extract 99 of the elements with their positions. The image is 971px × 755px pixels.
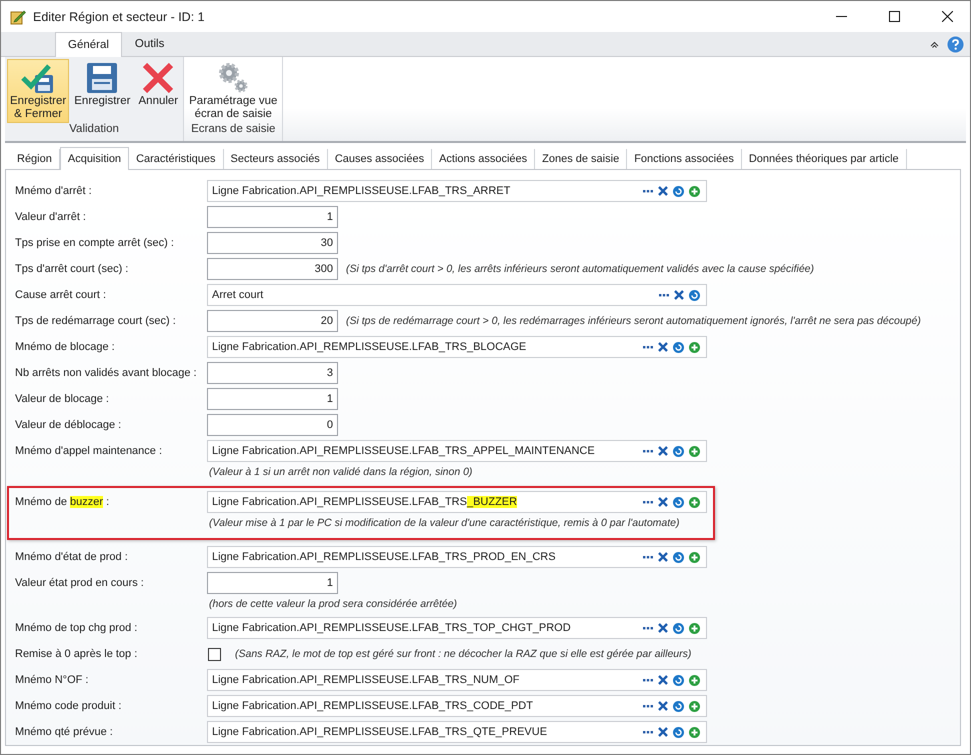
- clear-icon[interactable]: [658, 623, 668, 633]
- field-label: Nb arrêts non validés avant blocage :: [15, 366, 198, 381]
- field-label: Mnémo d'arrêt :: [15, 184, 93, 199]
- ribbon-tab[interactable]: Outils: [122, 32, 178, 56]
- ribbon-button[interactable]: Enregistrer & Fermer: [7, 59, 70, 123]
- clear-icon[interactable]: [658, 701, 668, 711]
- hint-text: (Si tps d'arrêt court > 0, les arrêts inférieurs seront automatiquement validés avec la cause spécifiée): [346, 263, 814, 275]
- field-label: Mnémo de top chg prod :: [15, 621, 138, 636]
- mnemonic-field[interactable]: Ligne Fabrication.API_REMPLISSEUSE.LFAB_TRS_QTE_PREVUE: [207, 721, 707, 743]
- plus-icon[interactable]: [689, 622, 700, 634]
- number-field[interactable]: 1: [207, 206, 338, 228]
- mnemonic-field[interactable]: Ligne Fabrication.API_REMPLISSEUSE.LFAB_TRS_BLOCAGE: [207, 336, 707, 358]
- window-title: Editer Région et secteur - ID: 1: [33, 10, 206, 24]
- field-label: Valeur de blocage :: [15, 392, 110, 407]
- field-label: Valeur d'arrêt :: [15, 210, 87, 225]
- field-label: Mnémo d'état de prod :: [15, 550, 129, 565]
- mnemonic-field[interactable]: Ligne Fabrication.API_REMPLISSEUSE.LFAB_TRS_PROD_EN_CRS: [207, 546, 707, 568]
- ribbon-button[interactable]: Annuler: [136, 59, 182, 123]
- mnemonic-field[interactable]: Ligne Fabrication.API_REMPLISSEUSE.LFAB_TRS_NUM_OF: [207, 669, 707, 691]
- clear-icon[interactable]: [658, 342, 668, 352]
- ellipsis-icon[interactable]: [643, 704, 653, 708]
- clear-icon[interactable]: [658, 552, 668, 562]
- field-label: Cause arrêt court :: [15, 288, 108, 303]
- clear-icon[interactable]: [658, 186, 668, 196]
- field-label: Tps d'arrêt court (sec) :: [15, 262, 130, 277]
- maximize-icon[interactable]: [888, 11, 900, 22]
- refresh-icon[interactable]: [673, 552, 684, 562]
- refresh-icon[interactable]: [673, 622, 684, 634]
- field-label: Mnémo qté prévue :: [15, 725, 114, 740]
- refresh-icon[interactable]: [673, 342, 684, 352]
- close-icon[interactable]: [942, 11, 952, 22]
- gears-icon: [216, 61, 250, 95]
- field-label: Valeur de déblocage :: [15, 418, 122, 433]
- refresh-icon[interactable]: [689, 290, 700, 300]
- field-label: Mnémo de buzzer :: [15, 495, 110, 510]
- clear-icon[interactable]: [658, 497, 668, 507]
- checkbox[interactable]: [208, 648, 221, 660]
- plus-icon[interactable]: [689, 674, 700, 686]
- mnemonic-field[interactable]: Ligne Fabrication.API_REMPLISSEUSE.LFAB_TRS_APPEL_MAINTENANCE: [207, 440, 707, 462]
- number-field[interactable]: 1: [207, 572, 338, 594]
- number-field[interactable]: 0: [207, 414, 338, 436]
- field-label: Tps prise en compte arrêt (sec) :: [15, 236, 175, 251]
- ribbon-tab[interactable]: Général: [55, 32, 122, 57]
- plus-icon[interactable]: [689, 186, 700, 196]
- ellipsis-icon[interactable]: [643, 449, 653, 453]
- hint-text: (Valeur à 1 si un arrêt non validé dans la région, sinon 0): [208, 465, 474, 480]
- plus-icon[interactable]: [689, 700, 700, 712]
- field-label: Mnémo de blocage :: [15, 340, 116, 355]
- collapse-icon[interactable]: [930, 41, 939, 48]
- refresh-icon[interactable]: [673, 700, 684, 712]
- number-field[interactable]: 30: [207, 232, 338, 254]
- refresh-icon[interactable]: [673, 186, 684, 196]
- mnemonic-field[interactable]: Ligne Fabrication.API_REMPLISSEUSE.LFAB_TRS_ARRET: [207, 180, 707, 202]
- clear-icon[interactable]: [674, 290, 684, 300]
- plus-icon[interactable]: [689, 552, 700, 562]
- ellipsis-icon[interactable]: [643, 345, 653, 349]
- group-title: Validation: [68, 123, 120, 137]
- plus-icon[interactable]: [689, 496, 700, 508]
- ellipsis-icon[interactable]: [643, 626, 653, 630]
- number-field[interactable]: 300: [207, 258, 338, 280]
- refresh-icon[interactable]: [673, 496, 684, 508]
- clear-icon[interactable]: [658, 675, 668, 685]
- mnemonic-field[interactable]: Ligne Fabrication.API_REMPLISSEUSE.LFAB_TRS_CODE_PDT: [207, 695, 707, 717]
- ellipsis-icon[interactable]: [643, 730, 653, 734]
- ribbon-button[interactable]: Enregistrer: [71, 59, 134, 123]
- plus-icon[interactable]: [689, 446, 700, 456]
- number-field[interactable]: 3: [207, 362, 338, 384]
- clear-icon[interactable]: [658, 446, 668, 456]
- field-label: Mnémo code produit :: [15, 699, 122, 714]
- ribbon-button[interactable]: Paramétrage vue écran de saisie: [186, 59, 280, 123]
- cross-icon: [141, 61, 176, 95]
- mnemonic-field[interactable]: Arret court: [207, 284, 707, 306]
- field-label: Tps de redémarrage court (sec) :: [15, 314, 177, 329]
- refresh-icon[interactable]: [673, 446, 684, 456]
- ellipsis-icon[interactable]: [643, 189, 653, 193]
- field-label: Valeur état prod en cours :: [15, 576, 145, 591]
- group-title: Ecrans de saisie: [190, 123, 276, 137]
- field-label: Mnémo d'appel maintenance :: [15, 444, 164, 459]
- hint-text: (Valeur mise à 1 par le PC si modification de la valeur d'une caractéristique, remis à 0 par l'automate): [208, 516, 681, 531]
- ellipsis-icon[interactable]: [643, 678, 653, 682]
- form-tab[interactable]: Acquisition: [60, 147, 130, 170]
- field-label: Mnémo N°OF :: [15, 673, 90, 688]
- plus-icon[interactable]: [689, 726, 700, 738]
- hint-text: (Si tps de redémarrage court > 0, les redémarrages inférieurs seront automatiquement ignorés, l'arrêt ne sera pas découpé): [346, 315, 921, 327]
- ellipsis-icon[interactable]: [643, 500, 653, 504]
- hint-text: (hors de cette valeur la prod sera considérée arrêtée): [208, 597, 458, 612]
- refresh-icon[interactable]: [673, 726, 684, 738]
- clear-icon[interactable]: [658, 727, 668, 737]
- hint-text: (Sans RAZ, le mot de top est géré sur front : ne décocher la RAZ que si elle est gérée par ailleurs): [235, 648, 692, 660]
- help-icon[interactable]: [947, 36, 964, 53]
- refresh-icon[interactable]: [673, 674, 684, 686]
- pencil-notebook-icon: [10, 8, 26, 24]
- ellipsis-icon[interactable]: [643, 555, 653, 559]
- number-field[interactable]: 1: [207, 388, 338, 410]
- ellipsis-icon[interactable]: [659, 293, 669, 297]
- mnemonic-field[interactable]: Ligne Fabrication.API_REMPLISSEUSE.LFAB_TRS_TOP_CHGT_PROD: [207, 617, 707, 639]
- field-label: Remise à 0 après le top :: [15, 647, 138, 662]
- plus-icon[interactable]: [689, 342, 700, 352]
- number-field[interactable]: 20: [207, 310, 338, 332]
